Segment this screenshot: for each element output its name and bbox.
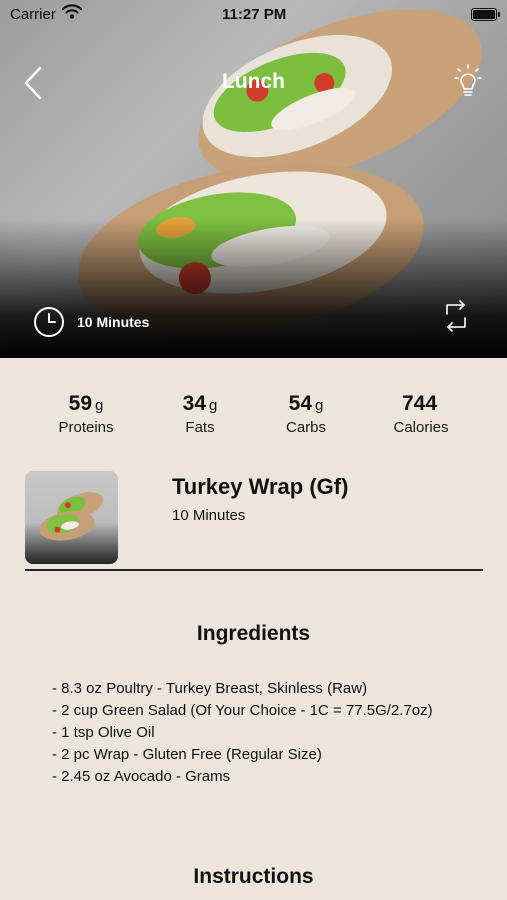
- macro-value: 54: [288, 392, 312, 415]
- ingredient-item: - 8.3 oz Poultry - Turkey Breast, Skinle…: [52, 680, 368, 697]
- ingredient-item: - 2.45 oz Avocado - Grams: [52, 768, 231, 785]
- divider: [25, 569, 483, 571]
- macro-fats: 34 g Fats: [145, 392, 255, 436]
- ingredient-item: - 1 tsp Olive Oil: [52, 724, 155, 741]
- clock-time: 11:27 PM: [222, 6, 287, 23]
- wrap-thumbnail-image: [39, 492, 103, 541]
- battery-icon: [471, 8, 500, 21]
- macro-value: 59: [68, 392, 92, 415]
- lightbulb-icon[interactable]: [454, 64, 482, 98]
- macro-carbs: 54 g Carbs: [251, 392, 361, 436]
- hero-image: Carrier 11:27 PM Lunch 10 Minutes: [0, 0, 507, 358]
- prep-time-label: 10 Minutes: [77, 314, 150, 330]
- macro-value: 744: [401, 392, 438, 415]
- ingredient-item: - 2 cup Green Salad (Of Your Choice - 1C…: [52, 702, 433, 719]
- macro-proteins: 59 g Proteins: [31, 392, 141, 436]
- recipe-time: 10 Minutes: [172, 507, 246, 524]
- macro-unit: g: [209, 397, 218, 414]
- macro-unit: g: [95, 397, 104, 414]
- page-title: Lunch: [222, 70, 285, 93]
- macro-label: Fats: [185, 419, 215, 436]
- status-bar: Carrier 11:27 PM: [0, 0, 507, 28]
- instructions-heading: Instructions: [193, 865, 314, 888]
- macros-summary: 59 g Proteins 34 g Fats 54 g Carbs 744 Calo…: [0, 392, 507, 442]
- macro-value: 34: [182, 392, 206, 415]
- hero-gradient: [0, 218, 507, 358]
- macro-unit: g: [315, 397, 324, 414]
- recipe-title: Turkey Wrap (Gf): [172, 474, 349, 499]
- ingredient-item: - 2 pc Wrap - Gluten Free (Regular Size): [52, 746, 322, 763]
- macro-label: Proteins: [58, 419, 114, 436]
- ingredients-heading: Ingredients: [196, 622, 311, 645]
- macro-label: Carbs: [285, 419, 326, 436]
- clock-icon: [34, 307, 64, 337]
- macro-calories: 744 Calories: [366, 392, 476, 436]
- wifi-icon: [62, 4, 82, 19]
- macro-label: Calories: [393, 419, 449, 436]
- carrier-label: Carrier: [10, 6, 56, 23]
- swap-icon[interactable]: [442, 298, 470, 334]
- recipe-thumbnail[interactable]: [25, 471, 118, 564]
- ingredients-list: - 8.3 oz Poultry - Turkey Breast, Skinle…: [52, 678, 433, 788]
